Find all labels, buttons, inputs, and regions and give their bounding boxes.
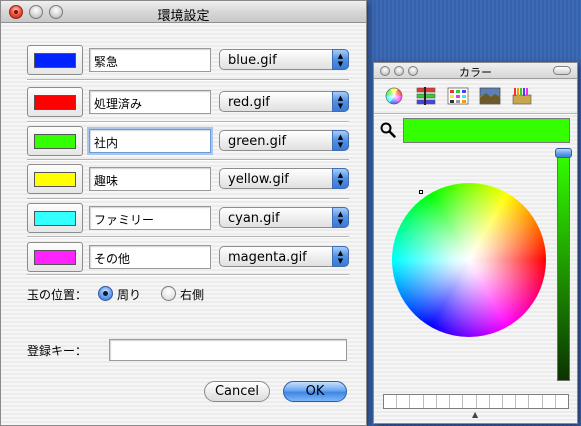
label-row-6: その他 magenta.gif ▲ ▼ xyxy=(27,242,349,272)
toolbar-toggle-button[interactable] xyxy=(553,66,571,75)
color-swatch xyxy=(34,95,76,110)
registration-key-field[interactable] xyxy=(109,339,347,361)
ok-button[interactable]: OK xyxy=(283,381,347,402)
color-swatch xyxy=(34,211,76,226)
radio-right-side[interactable] xyxy=(161,286,176,301)
label-name-field[interactable]: その他 xyxy=(89,245,211,269)
color-well-button[interactable] xyxy=(27,45,83,75)
toolbar-divider xyxy=(374,113,577,115)
empty-swatch[interactable] xyxy=(437,395,451,408)
title-bar[interactable]: 環境設定 xyxy=(1,1,366,24)
popup-value: yellow.gif xyxy=(228,172,289,187)
window-title: 環境設定 xyxy=(157,9,210,24)
color-wheel-cursor[interactable] xyxy=(419,190,423,194)
color-panel-title-bar[interactable]: カラー xyxy=(374,63,577,79)
popup-value: magenta.gif xyxy=(228,250,307,265)
empty-swatch[interactable] xyxy=(516,395,530,408)
color-well-button[interactable] xyxy=(27,87,83,117)
empty-swatch[interactable] xyxy=(529,395,543,408)
color-swatch-strip[interactable] xyxy=(383,394,569,409)
label-name-field[interactable]: ファミリー xyxy=(89,206,211,230)
empty-swatch[interactable] xyxy=(543,395,556,408)
empty-swatch[interactable] xyxy=(410,395,424,408)
label-name-field[interactable]: 社内 xyxy=(89,129,211,153)
icon-file-popup[interactable]: blue.gif ▲ ▼ xyxy=(219,49,349,70)
popup-arrows-icon: ▲ ▼ xyxy=(332,246,349,267)
empty-swatch[interactable] xyxy=(477,395,490,408)
color-well-button[interactable] xyxy=(27,203,83,233)
color-swatch xyxy=(34,53,76,68)
label-row-1: 緊急 blue.gif ▲ ▼ xyxy=(27,45,349,75)
brightness-slider[interactable] xyxy=(557,153,570,381)
radio-around-label[interactable]: 周り xyxy=(117,286,141,303)
color-panel-title: カラー xyxy=(459,66,492,79)
empty-swatch[interactable] xyxy=(450,395,464,408)
label-row-2: 処理済み red.gif ▲ ▼ xyxy=(27,87,349,117)
color-wheel-icon[interactable] xyxy=(382,85,406,107)
icon-file-popup[interactable]: magenta.gif ▲ ▼ xyxy=(219,246,349,267)
color-palettes-icon[interactable] xyxy=(446,85,470,107)
separator xyxy=(27,121,349,123)
preferences-window: 環境設定 緊急 blue.gif ▲ ▼ 処理済み red.gif ▲ ▼ 社内 g… xyxy=(0,0,367,426)
color-swatch xyxy=(34,134,76,149)
color-panel-window: カラー ▲ xyxy=(373,62,578,424)
color-well-button[interactable] xyxy=(27,126,83,156)
image-palettes-icon[interactable] xyxy=(478,85,502,107)
popup-value: green.gif xyxy=(228,134,287,149)
radio-right-side-label[interactable]: 右側 xyxy=(180,286,204,303)
selected-color-preview[interactable] xyxy=(403,118,570,143)
separator xyxy=(27,159,349,161)
separator xyxy=(27,79,349,81)
popup-arrows-icon: ▲ ▼ xyxy=(332,49,349,70)
popup-arrows-icon: ▲ ▼ xyxy=(332,91,349,112)
label-row-4: 趣味 yellow.gif ▲ ▼ xyxy=(27,164,349,194)
separator xyxy=(27,198,349,200)
icon-file-popup[interactable]: yellow.gif ▲ ▼ xyxy=(219,168,349,189)
registration-key-label: 登録キー： xyxy=(27,344,88,358)
color-wheel[interactable] xyxy=(392,183,546,337)
label-name-field[interactable]: 趣味 xyxy=(89,167,211,191)
empty-swatch[interactable] xyxy=(556,395,568,408)
empty-swatch[interactable] xyxy=(503,395,517,408)
popup-value: blue.gif xyxy=(228,53,277,68)
brightness-slider-thumb[interactable] xyxy=(555,148,572,158)
color-swatch xyxy=(34,250,76,265)
popup-arrows-icon: ▲ ▼ xyxy=(332,207,349,228)
magnifier-icon[interactable] xyxy=(379,121,397,139)
popup-value: red.gif xyxy=(228,95,270,110)
empty-swatch[interactable] xyxy=(424,395,437,408)
color-well-button[interactable] xyxy=(27,242,83,272)
empty-swatch[interactable] xyxy=(384,395,398,408)
color-well-button[interactable] xyxy=(27,164,83,194)
cancel-button[interactable]: Cancel xyxy=(204,381,270,402)
ball-position-label: 玉の位置： xyxy=(27,288,88,302)
empty-swatch[interactable] xyxy=(490,395,503,408)
empty-swatch[interactable] xyxy=(463,395,477,408)
popup-value: cyan.gif xyxy=(228,211,280,226)
icon-file-popup[interactable]: green.gif ▲ ▼ xyxy=(219,130,349,151)
label-name-field[interactable]: 緊急 xyxy=(89,48,211,72)
separator xyxy=(27,236,349,238)
swatch-resize-handle[interactable]: ▲ xyxy=(472,410,478,419)
radio-around[interactable] xyxy=(98,286,113,301)
icon-file-popup[interactable]: cyan.gif ▲ ▼ xyxy=(219,207,349,228)
label-name-field[interactable]: 処理済み xyxy=(89,90,211,114)
label-row-3: 社内 green.gif ▲ ▼ xyxy=(27,126,349,156)
color-sliders-icon[interactable] xyxy=(414,85,438,107)
popup-arrows-icon: ▲ ▼ xyxy=(332,168,349,189)
label-row-5: ファミリー cyan.gif ▲ ▼ xyxy=(27,203,349,233)
icon-file-popup[interactable]: red.gif ▲ ▼ xyxy=(219,91,349,112)
color-swatch xyxy=(34,172,76,187)
crayons-icon[interactable] xyxy=(510,85,534,107)
popup-arrows-icon: ▲ ▼ xyxy=(332,130,349,151)
empty-swatch[interactable] xyxy=(397,395,411,408)
separator xyxy=(27,274,349,276)
